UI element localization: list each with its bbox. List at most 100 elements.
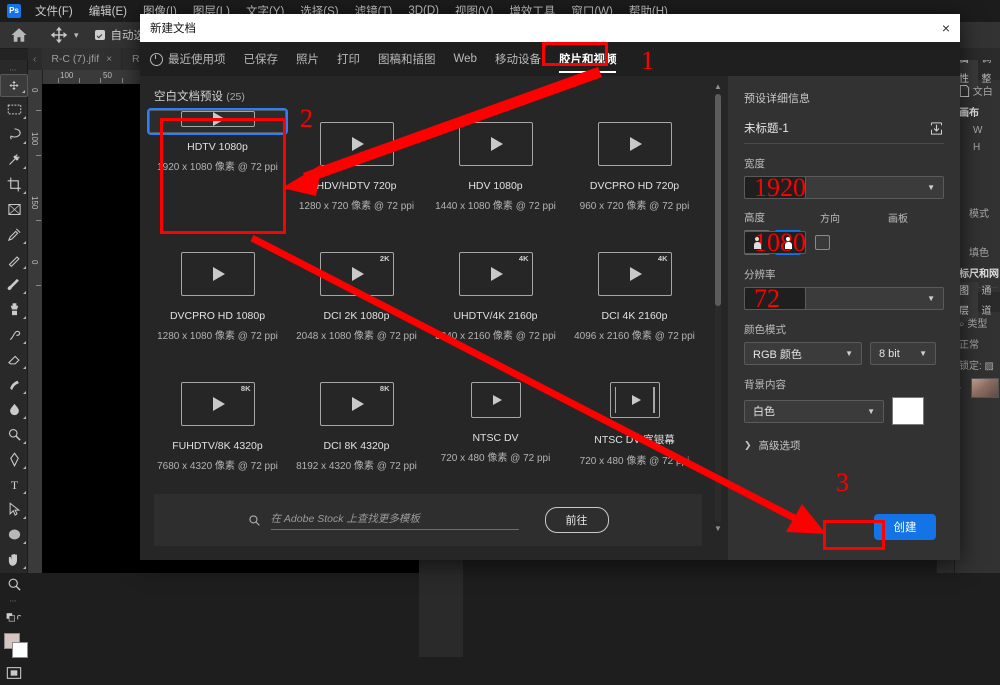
background-select[interactable]: 白色 ▼ — [744, 400, 884, 423]
menu-item-edit[interactable]: 编辑(E) — [89, 3, 127, 19]
preset-card-dci-8k-4320p[interactable]: 8K DCI 8K 4320p 8192 x 4320 像素 @ 72 ppi — [288, 370, 425, 482]
tab-recent[interactable]: 最近使用项 — [150, 42, 226, 76]
orientation-label: 方向 — [820, 210, 874, 225]
tool-screen-mode[interactable] — [0, 660, 28, 685]
presets-header: 空白文档预设 (25) — [140, 76, 728, 112]
document-name-field[interactable]: 未标题-1 — [744, 120, 944, 144]
layers-blend-mode[interactable]: 正常 — [955, 333, 1000, 354]
search-icon[interactable] — [248, 514, 261, 527]
scrollbar-thumb[interactable] — [715, 94, 721, 306]
create-button[interactable]: 创建 — [874, 514, 936, 540]
preset-video-thumb-icon — [598, 122, 672, 166]
preset-video-thumb-icon — [181, 111, 255, 127]
background-color-swatch[interactable] — [12, 642, 28, 658]
tab-photo[interactable]: 照片 — [296, 42, 319, 76]
chevron-down-icon: ▼ — [845, 349, 853, 358]
chevron-right-icon: ❯ — [744, 440, 752, 451]
preset-card-hdtv-1080p[interactable]: HDTV 1080p 1920 x 1080 像素 @ 72 ppi — [149, 110, 286, 133]
advanced-options-toggle[interactable]: ❯ 高级选项 — [744, 438, 944, 453]
tab-art-illustration[interactable]: 图稿和插图 — [378, 42, 436, 76]
tab-web[interactable]: Web — [454, 42, 477, 76]
bit-depth-select[interactable]: 8 bit ▼ — [870, 342, 936, 365]
preset-video-thumb-icon: 8K — [320, 382, 394, 426]
bit-depth-value: 8 bit — [879, 348, 900, 360]
color-mode-select[interactable]: RGB 颜色 ▼ — [744, 342, 862, 365]
preset-name: FUHDTV/8K 4320p — [172, 440, 262, 452]
document-tab-1-close-icon[interactable]: × — [106, 54, 112, 65]
preset-card-fuhdtv-8k-4320p[interactable]: 8K FUHDTV/8K 4320p 7680 x 4320 像素 @ 72 p… — [149, 370, 286, 482]
preset-card-ntsc-dv-widescreen[interactable]: NTSC DV 宽银幕 720 x 480 像素 @ 72 ppi — [566, 370, 703, 482]
preset-card-dvcpro-hd-720p[interactable]: DVCPRO HD 720p 960 x 720 像素 @ 72 ppi — [566, 110, 703, 222]
tab-mobile[interactable]: 移动设备 — [495, 42, 541, 76]
preset-name: HDV/HDTV 720p — [317, 180, 397, 192]
tool-hand[interactable] — [0, 547, 28, 572]
layer-thumbnail[interactable] — [971, 378, 999, 398]
tool-eraser[interactable] — [0, 347, 28, 372]
tool-move[interactable] — [0, 74, 28, 97]
document-tab-1[interactable]: R-C (7).jfif× — [42, 48, 121, 70]
preset-badge: 8K — [241, 384, 251, 393]
tool-eyedropper[interactable] — [0, 222, 28, 247]
layers-lock-row[interactable]: 锁定: ▨ — [955, 354, 1000, 375]
background-color-swatch[interactable] — [892, 397, 924, 425]
tool-spot-healing[interactable] — [0, 247, 28, 272]
tool-crop[interactable] — [0, 172, 28, 197]
svg-text:T: T — [10, 478, 18, 492]
preset-dimensions: 1280 x 1080 像素 @ 72 ppi — [157, 327, 278, 342]
properties-height-label: H — [955, 139, 1000, 156]
tool-rectangular-marquee[interactable] — [0, 97, 28, 122]
scroll-down-icon[interactable]: ▼ — [712, 524, 724, 534]
tab-scroll-left-icon[interactable]: ‹ — [33, 54, 36, 65]
preset-card-hdv-1080p[interactable]: HDV 1080p 1440 x 1080 像素 @ 72 ppi — [427, 110, 564, 222]
home-icon[interactable] — [10, 26, 28, 44]
save-preset-icon[interactable] — [929, 121, 944, 136]
tool-type[interactable]: T — [0, 472, 28, 497]
tool-preset-chevron-icon[interactable]: ▾ — [74, 30, 79, 41]
edit-toolbar-icon[interactable]: ⋯ — [0, 597, 27, 605]
tool-zoom[interactable] — [0, 572, 28, 597]
tool-clone-stamp[interactable] — [0, 297, 28, 322]
height-label: 高度 — [744, 210, 806, 225]
tool-brush[interactable] — [0, 272, 28, 297]
tool-blur[interactable] — [0, 397, 28, 422]
preset-dimensions: 8192 x 4320 像素 @ 72 ppi — [296, 457, 417, 472]
tool-dodge[interactable] — [0, 422, 28, 447]
scroll-up-icon[interactable]: ▲ — [712, 82, 724, 92]
tool-gradient[interactable] — [0, 372, 28, 397]
tab-print[interactable]: 打印 — [337, 42, 360, 76]
tool-quick-mask-toggle[interactable] — [0, 605, 28, 630]
width-input[interactable]: 1920 — [744, 176, 806, 199]
presets-scrollbar[interactable]: ▲ ▼ — [712, 82, 724, 534]
stock-search-input[interactable]: 在 Adobe Stock 上查找更多模板 — [271, 511, 519, 530]
foreground-background-color[interactable] — [0, 630, 28, 660]
resolution-input[interactable]: 72 — [744, 287, 806, 310]
move-tool-icon[interactable] — [50, 26, 68, 44]
tab-film-video[interactable]: 胶片和视频 — [559, 42, 617, 76]
preset-card-uhdtv-4k-2160p[interactable]: 4K UHDTV/4K 2160p 3840 x 2160 像素 @ 72 pp… — [427, 240, 564, 352]
preset-card-ntsc-dv[interactable]: NTSC DV 720 x 480 像素 @ 72 ppi — [427, 370, 564, 482]
tool-history-brush[interactable] — [0, 322, 28, 347]
artboard-checkbox[interactable] — [815, 235, 830, 250]
height-orientation-labels: 高度 方向 画板 — [744, 210, 944, 225]
preset-card-dci-2k-1080p[interactable]: 2K DCI 2K 1080p 2048 x 1080 像素 @ 72 ppi — [288, 240, 425, 352]
preset-card-dci-4k-2160p[interactable]: 4K DCI 4K 2160p 4096 x 2160 像素 @ 72 ppi — [566, 240, 703, 352]
color-mode-row: RGB 颜色 ▼ 8 bit ▼ — [744, 342, 944, 365]
width-label: 宽度 — [744, 156, 944, 171]
toolbar-drag-handle[interactable]: ⋯ — [0, 66, 27, 74]
auto-select-checkbox[interactable] — [95, 30, 105, 40]
preset-name: HDTV 1080p — [187, 141, 248, 153]
tool-path-selection[interactable] — [0, 497, 28, 522]
close-icon[interactable]: × — [942, 21, 950, 35]
tool-lasso[interactable] — [0, 122, 28, 147]
tool-frame[interactable] — [0, 197, 28, 222]
tool-magic-wand[interactable] — [0, 147, 28, 172]
tool-pen[interactable] — [0, 447, 28, 472]
width-row: 1920 像素 ▼ — [744, 176, 944, 199]
tool-shape-ellipse[interactable] — [0, 522, 28, 547]
preset-video-thumb-icon: 4K — [598, 252, 672, 296]
preset-video-thumb-icon — [610, 382, 660, 418]
tab-saved[interactable]: 已保存 — [244, 42, 279, 76]
menu-item-file[interactable]: 文件(F) — [35, 3, 73, 19]
stock-go-button[interactable]: 前往 — [545, 507, 609, 533]
preset-card-dvcpro-hd-1080p[interactable]: DVCPRO HD 1080p 1280 x 1080 像素 @ 72 ppi — [149, 240, 286, 352]
